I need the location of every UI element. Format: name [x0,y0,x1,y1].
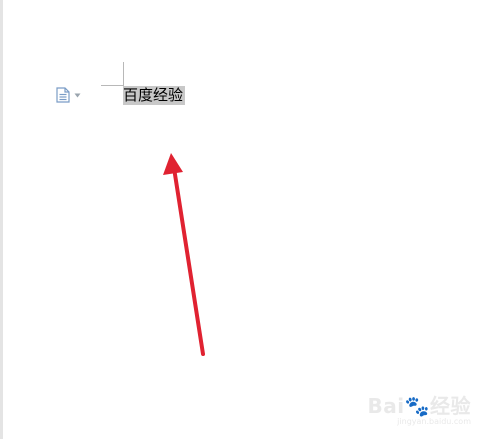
paw-logo-icon: 🐾 [404,394,430,418]
watermark-url: jingyan.baidu.com [397,417,471,426]
watermark: Bai🐾经验 jingyan.baidu.com [351,395,471,431]
paste-options-button[interactable] [56,86,86,104]
document-page[interactable] [3,0,483,439]
watermark-brand: Bai🐾经验 [367,394,471,418]
paste-options-icon [56,87,70,103]
selected-document-text[interactable]: 百度经验 [123,86,186,105]
margin-corner-mark-vertical [123,62,124,85]
caret-down-icon[interactable] [74,93,81,98]
margin-corner-mark-horizontal [101,85,124,86]
